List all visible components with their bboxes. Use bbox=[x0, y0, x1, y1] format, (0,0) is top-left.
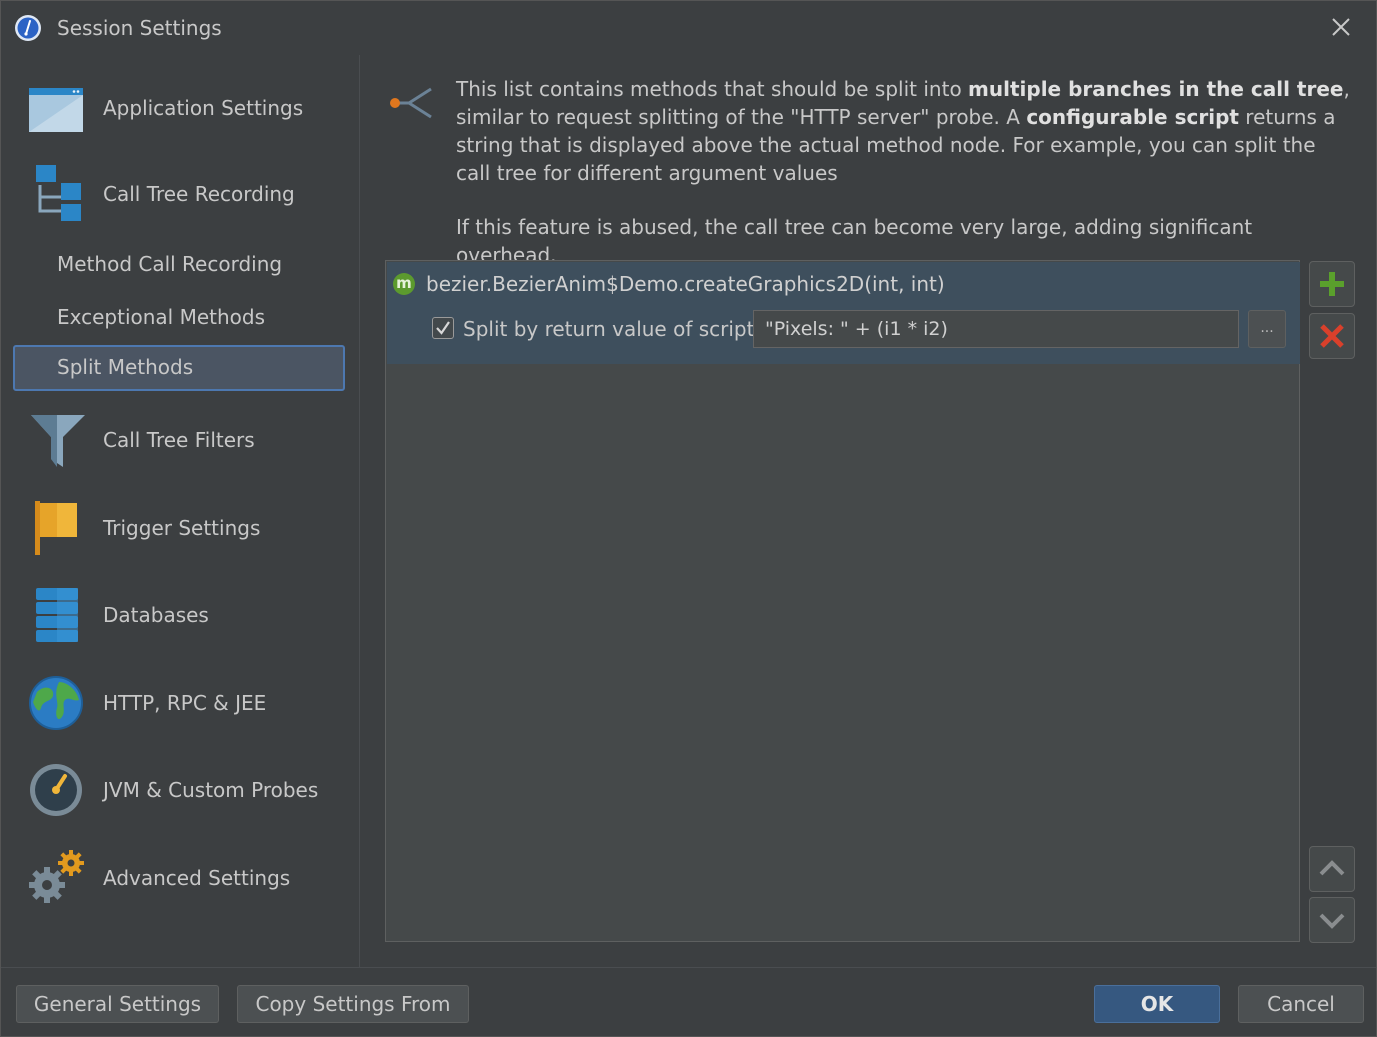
sidebar-item-call-tree-filters[interactable]: Call Tree Filters bbox=[13, 411, 345, 471]
sidebar-item-application-settings[interactable]: Application Settings bbox=[13, 80, 345, 140]
checkmark-icon bbox=[436, 321, 450, 335]
method-badge-icon: m bbox=[393, 273, 415, 295]
sidebar-item-call-tree-recording[interactable]: Call Tree Recording bbox=[13, 165, 345, 225]
list-item[interactable]: m bezier.BezierAnim$Demo.createGraphics2… bbox=[387, 262, 1300, 364]
copy-settings-from-button[interactable]: Copy Settings From bbox=[237, 985, 469, 1023]
settings-sidebar: Application Settings Call Tree Recording… bbox=[1, 55, 360, 967]
split-by-script-checkbox[interactable] bbox=[432, 317, 454, 339]
funnel-icon bbox=[31, 415, 85, 467]
sidebar-item-jvm-custom-probes[interactable]: JVM & Custom Probes bbox=[13, 761, 345, 821]
delete-icon bbox=[1320, 324, 1344, 348]
sidebar-item-label: Call Tree Filters bbox=[103, 428, 255, 452]
script-input[interactable]: "Pixels: " + (i1 * i2) bbox=[753, 310, 1239, 348]
remove-method-button[interactable] bbox=[1309, 313, 1355, 359]
method-name: bezier.BezierAnim$Demo.createGraphics2D(… bbox=[426, 272, 945, 296]
dialog-footer: General Settings Copy Settings From OK C… bbox=[1, 967, 1376, 1037]
title-bar: Session Settings bbox=[1, 1, 1376, 55]
sidebar-item-label: Exceptional Methods bbox=[57, 305, 266, 329]
split-arrow-icon bbox=[390, 87, 432, 119]
flag-icon bbox=[35, 501, 77, 555]
split-methods-list[interactable]: m bezier.BezierAnim$Demo.createGraphics2… bbox=[385, 260, 1300, 942]
globe-icon bbox=[29, 676, 83, 730]
sidebar-item-label: Split Methods bbox=[57, 355, 194, 379]
move-down-button[interactable] bbox=[1309, 897, 1355, 943]
sidebar-item-label: HTTP, RPC & JEE bbox=[103, 691, 267, 715]
chevron-up-icon bbox=[1319, 860, 1345, 876]
ok-button[interactable]: OK bbox=[1094, 985, 1220, 1023]
close-icon[interactable] bbox=[1325, 11, 1357, 43]
cancel-button[interactable]: Cancel bbox=[1238, 985, 1364, 1023]
gauge-icon bbox=[30, 764, 82, 816]
application-window-icon bbox=[29, 88, 83, 132]
sidebar-item-label: Advanced Settings bbox=[103, 866, 291, 890]
session-settings-window: Session Settings Application Settings Ca… bbox=[0, 0, 1377, 1037]
database-icon bbox=[36, 588, 78, 642]
sidebar-item-databases[interactable]: Databases bbox=[13, 586, 345, 646]
sidebar-item-advanced-settings[interactable]: Advanced Settings bbox=[13, 849, 345, 909]
call-tree-icon bbox=[36, 165, 81, 221]
sidebar-item-label: Method Call Recording bbox=[57, 252, 283, 276]
gears-icon bbox=[29, 850, 84, 903]
chevron-down-icon bbox=[1319, 913, 1345, 929]
sidebar-item-trigger-settings[interactable]: Trigger Settings bbox=[13, 499, 345, 559]
sidebar-item-label: JVM & Custom Probes bbox=[103, 778, 319, 802]
jprofiler-icon bbox=[15, 15, 41, 41]
plus-icon bbox=[1320, 272, 1344, 296]
sidebar-item-split-methods[interactable]: Split Methods bbox=[13, 345, 345, 391]
add-method-button[interactable] bbox=[1309, 261, 1355, 307]
split-methods-description: This list contains methods that should b… bbox=[456, 77, 1350, 185]
move-up-button[interactable] bbox=[1309, 846, 1355, 892]
sidebar-item-label: Application Settings bbox=[103, 96, 304, 120]
sidebar-item-http-rpc-jee[interactable]: HTTP, RPC & JEE bbox=[13, 674, 345, 734]
general-settings-button[interactable]: General Settings bbox=[16, 985, 219, 1023]
split-by-script-label: Split by return value of script: bbox=[463, 317, 762, 341]
edit-script-button[interactable]: ... bbox=[1248, 310, 1286, 348]
sidebar-item-label: Trigger Settings bbox=[103, 516, 261, 540]
sidebar-item-method-call-recording[interactable]: Method Call Recording bbox=[13, 242, 345, 288]
sidebar-item-exceptional-methods[interactable]: Exceptional Methods bbox=[13, 295, 345, 341]
window-title: Session Settings bbox=[57, 16, 222, 40]
sidebar-item-label: Databases bbox=[103, 603, 209, 627]
sidebar-item-label: Call Tree Recording bbox=[103, 182, 295, 206]
